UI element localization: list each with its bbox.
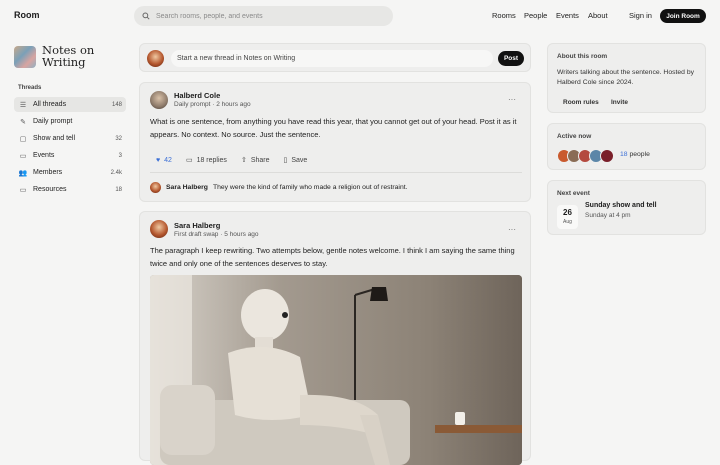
nav-rooms[interactable]: Rooms [492, 11, 516, 20]
search-input[interactable] [156, 12, 376, 20]
event-time: Sunday at 4 pm [585, 212, 631, 219]
bookmark-icon: ▯ [283, 157, 288, 164]
user-avatar [147, 50, 164, 67]
thread-photo[interactable] [150, 275, 522, 465]
sidebar-item-resources[interactable]: ▭ Resources 18 [14, 182, 126, 197]
thread-body: The paragraph I keep rewriting. Two atte… [150, 246, 515, 268]
brand-logo[interactable]: Room [14, 10, 40, 20]
author-avatar [150, 220, 168, 238]
invite-button[interactable]: Invite [611, 95, 628, 109]
square-icon: ▢ [19, 135, 27, 143]
member-avatar[interactable] [600, 149, 614, 163]
like-button[interactable]: ♥ 42 [156, 157, 172, 164]
about-description: Writers talking about the sentence. Host… [557, 69, 695, 86]
top-bar: Room Rooms People Events About Sign in J… [0, 0, 720, 32]
thread-card: Halberd Cole Daily prompt · 2 hours ago … [139, 82, 531, 202]
heart-icon: ♥ [156, 156, 161, 164]
thread-actions: ♥ 42 ▭ 18 replies ⇧ Share ▯ Save [156, 156, 321, 165]
author-name[interactable]: Sara Halberg [174, 221, 220, 230]
new-thread-input[interactable]: Start a new thread in Notes on Writing [171, 50, 493, 67]
about-title: About this room [557, 53, 608, 60]
room-name: Notes on Writing [42, 43, 95, 69]
members-icon: 👥 [18, 169, 28, 177]
thread-meta: First draft swap · 5 hours ago [174, 231, 259, 238]
folder-icon: ▭ [19, 186, 27, 194]
share-button[interactable]: ⇧ Share [240, 156, 270, 165]
post-button[interactable]: Post [498, 51, 524, 66]
sign-in-link[interactable]: Sign in [629, 11, 652, 20]
threads-section-label: Threads [18, 85, 42, 91]
nav-events[interactable]: Events [556, 11, 579, 20]
author-name[interactable]: Halberd Cole [174, 91, 220, 100]
event-date: 26 Aug [557, 205, 578, 229]
thread-card: Sara Halberg First draft swap · 5 hours … [139, 211, 531, 465]
active-now-panel: Active now 18 people [547, 123, 706, 170]
reply-author-avatar [150, 182, 161, 193]
calendar-icon: ▭ [19, 152, 27, 160]
list-icon: ☰ [19, 101, 27, 109]
thread-meta: Daily prompt · 2 hours ago [174, 101, 251, 108]
join-room-button[interactable]: Join Room [660, 9, 706, 23]
search-bar[interactable] [134, 6, 393, 26]
author-avatar [150, 91, 168, 109]
sidebar-item-daily-prompt[interactable]: ✎ Daily prompt [14, 114, 126, 129]
sidebar-item-members[interactable]: 👥 Members 2.4k [14, 165, 126, 180]
active-count[interactable]: 18 people [620, 151, 650, 158]
more-options-icon[interactable]: ··· [508, 95, 516, 104]
divider [150, 172, 522, 173]
nav-about[interactable]: About [588, 11, 608, 20]
next-event-title: Next event [557, 190, 590, 197]
sidebar-item-all-threads[interactable]: ☰ All threads 148 [14, 97, 126, 112]
replies-button[interactable]: ▭ 18 replies [185, 156, 227, 165]
robot-on-sofa-image [150, 275, 522, 465]
thread-composer: Start a new thread in Notes on Writing P… [139, 43, 531, 72]
active-now-title: Active now [557, 133, 592, 140]
pen-icon: ✎ [20, 118, 26, 126]
sidebar-item-events[interactable]: ▭ Events 3 [14, 148, 126, 163]
more-options-icon[interactable]: ··· [508, 225, 516, 234]
room-logo [14, 46, 36, 68]
about-panel: About this room Writers talking about th… [547, 43, 706, 113]
nav-people[interactable]: People [524, 11, 547, 20]
save-button[interactable]: ▯ Save [283, 156, 308, 165]
thread-body: What is one sentence, from anything you … [150, 117, 517, 139]
next-event-panel: Next event 26 Aug Sunday show and tell S… [547, 180, 706, 235]
search-icon [142, 12, 150, 20]
sidebar-item-show-and-tell[interactable]: ▢ Show and tell 32 [14, 131, 126, 146]
event-name[interactable]: Sunday show and tell [585, 202, 657, 209]
room-rules-button[interactable]: Room rules [563, 95, 599, 109]
reply-preview[interactable]: Sara Halberg They were the kind of famil… [150, 182, 408, 193]
share-icon: ⇧ [240, 157, 247, 164]
comment-icon: ▭ [185, 157, 193, 164]
